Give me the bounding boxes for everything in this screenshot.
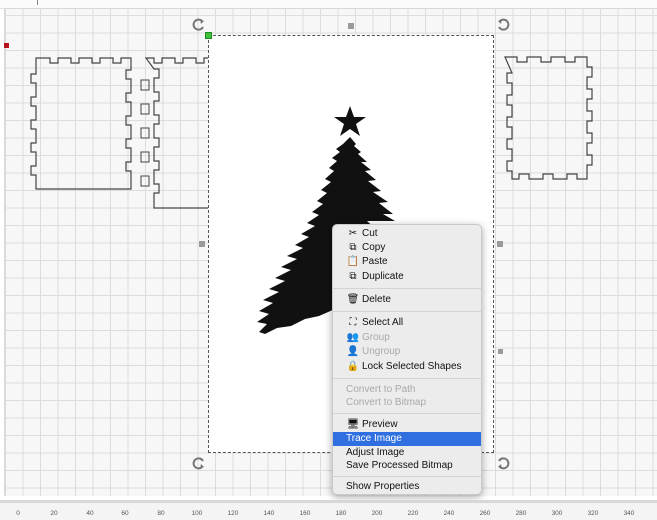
ruler-label: 0 xyxy=(16,510,20,517)
menu-item-cut[interactable]: ✂ Cut xyxy=(333,227,481,241)
menu-separator xyxy=(333,311,481,312)
menu-item-select-all[interactable]: ⛶ Select All xyxy=(333,316,481,330)
menu-item-preview[interactable]: 🖥 Preview xyxy=(333,418,481,432)
ruler-label: 120 xyxy=(227,510,239,517)
trash-icon: 🗑 xyxy=(346,294,360,305)
ruler-label: 200 xyxy=(371,510,383,517)
ruler-label: 340 xyxy=(623,510,635,517)
rotate-handle-top-left-icon[interactable] xyxy=(192,18,206,32)
ruler-label: 280 xyxy=(515,510,527,517)
ruler-label: 20 xyxy=(50,510,58,517)
joint-tab xyxy=(140,151,150,163)
ruler-label: 180 xyxy=(335,510,347,517)
ruler-label: 240 xyxy=(443,510,455,517)
ruler-label: 160 xyxy=(299,510,311,517)
box-panel-middle xyxy=(144,57,215,209)
ruler-label: 60 xyxy=(121,510,129,517)
box-panel-left xyxy=(30,57,132,190)
menu-item-convert-to-bitmap[interactable]: Convert to Bitmap xyxy=(333,396,481,410)
horizontal-ruler: 0 20 40 60 80 100 120 140 160 180 200 22… xyxy=(0,500,657,520)
resize-handle-left[interactable] xyxy=(199,241,205,247)
selection-anchor-handle[interactable] xyxy=(205,32,212,39)
ruler-label: 100 xyxy=(191,510,203,517)
menu-item-ungroup[interactable]: 👤 Ungroup xyxy=(333,345,481,359)
select-all-icon: ⛶ xyxy=(349,317,357,328)
menu-item-duplicate[interactable]: ⧉ Duplicate xyxy=(333,270,481,284)
menu-item-delete[interactable]: 🗑 Delete xyxy=(333,293,481,307)
ruler-label: 260 xyxy=(479,510,491,517)
ruler-label: 40 xyxy=(86,510,94,517)
scissors-icon: ✂ xyxy=(348,228,358,239)
menu-item-show-properties[interactable]: Show Properties xyxy=(333,480,481,494)
lock-icon: 🔒 xyxy=(346,361,360,372)
duplicate-icon: ⧉ xyxy=(349,271,357,282)
joint-tab xyxy=(140,103,150,115)
menu-item-adjust-image[interactable]: Adjust Image xyxy=(333,446,481,460)
menu-separator xyxy=(333,413,481,414)
box-panel-right xyxy=(504,56,593,180)
rotate-handle-bottom-left-icon[interactable] xyxy=(192,456,206,470)
menu-item-paste[interactable]: 📋 Paste xyxy=(333,255,481,269)
monitor-icon: 🖥 xyxy=(346,419,360,430)
rotate-handle-bottom-right-icon[interactable] xyxy=(496,456,510,470)
ruler-label: 140 xyxy=(263,510,275,517)
paste-icon: 📋 xyxy=(346,256,360,267)
rotate-handle-top-right-icon[interactable] xyxy=(496,18,510,32)
joint-tab xyxy=(140,175,150,187)
menu-item-save-processed-bitmap[interactable]: Save Processed Bitmap xyxy=(333,459,481,473)
ruler-label: 220 xyxy=(407,510,419,517)
menu-separator xyxy=(333,288,481,289)
ruler-label: 320 xyxy=(587,510,599,517)
joint-tab xyxy=(140,79,150,91)
copy-icon: ⧉ xyxy=(349,242,357,253)
ruler-label: 80 xyxy=(157,510,165,517)
joint-tab xyxy=(140,127,150,139)
ungroup-icon: 👤 xyxy=(346,346,360,357)
menu-item-copy[interactable]: ⧉ Copy xyxy=(333,241,481,255)
menu-separator xyxy=(333,476,481,477)
ruler-label: 300 xyxy=(551,510,563,517)
menu-item-trace-image[interactable]: Trace Image xyxy=(333,432,481,446)
resize-handle-right[interactable] xyxy=(497,241,503,247)
menu-item-convert-to-path[interactable]: Convert to Path xyxy=(333,383,481,397)
resize-handle-right-lower[interactable] xyxy=(498,349,503,354)
context-menu: ✂ Cut ⧉ Copy 📋 Paste ⧉ Duplicate 🗑 Delete ⛶ Se… xyxy=(332,224,482,495)
menu-item-lock-selected-shapes[interactable]: 🔒 Lock Selected Shapes xyxy=(333,360,481,374)
menu-item-group[interactable]: 👥 Group xyxy=(333,331,481,345)
group-icon: 👥 xyxy=(346,332,360,343)
menu-separator xyxy=(333,378,481,379)
resize-handle-top[interactable] xyxy=(348,23,354,29)
